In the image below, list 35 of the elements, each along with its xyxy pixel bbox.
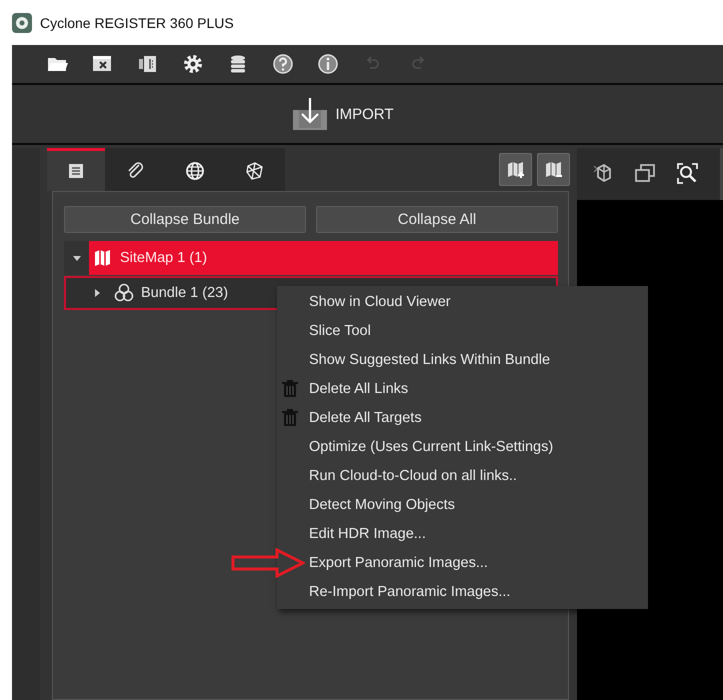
window-title: Cyclone REGISTER 360 PLUS [40,14,234,30]
app-logo-icon [12,12,32,32]
globe-icon [183,159,207,183]
menu-item[interactable]: Re-Import Panoramic Images... [277,577,648,606]
menu-item[interactable]: Optimize (Uses Current Link-Settings) [277,432,648,461]
menu-item[interactable]: Run Cloud-to-Cloud on all links.. [277,461,648,490]
zoom-button[interactable] [675,161,701,187]
panel-tab[interactable] [105,148,165,191]
circles-icon [114,283,134,303]
collapse-button[interactable]: Collapse Bundle [64,206,306,233]
tree-item[interactable]: SiteMap 1 (1) [89,241,558,275]
zoom-icon [675,161,701,187]
panel-tab[interactable] [47,148,105,191]
help-icon [270,52,294,76]
map-icon [93,248,113,268]
menu-item[interactable]: Delete All Links [277,374,648,403]
tree-label: SiteMap 1 (1) [120,250,208,266]
expanded-caret-icon[interactable] [72,253,82,263]
collapse-button[interactable]: Collapse All [316,206,558,233]
panel-tab[interactable] [225,148,285,191]
import-icon [291,96,330,132]
trash-icon [282,409,298,427]
menu-item[interactable]: Export Panoramic Images... [277,548,648,577]
tree-label: Bundle 1 (23) [141,285,228,301]
menu-item[interactable]: Show Suggested Links Within Bundle [277,345,648,374]
menu-item[interactable]: Slice Tool [277,316,648,345]
menu-item[interactable]: Show in Cloud Viewer [277,287,648,316]
menu-item[interactable]: Edit HDR Image... [277,519,648,548]
import-button[interactable]: IMPORT [289,94,396,134]
info-icon [316,52,340,76]
menu-item[interactable]: Detect Moving Objects [277,490,648,519]
remove-map-button[interactable] [537,153,570,186]
add-map-button[interactable] [499,153,532,186]
trash-icon [282,380,298,398]
menu-item[interactable]: Delete All Targets [277,403,648,432]
